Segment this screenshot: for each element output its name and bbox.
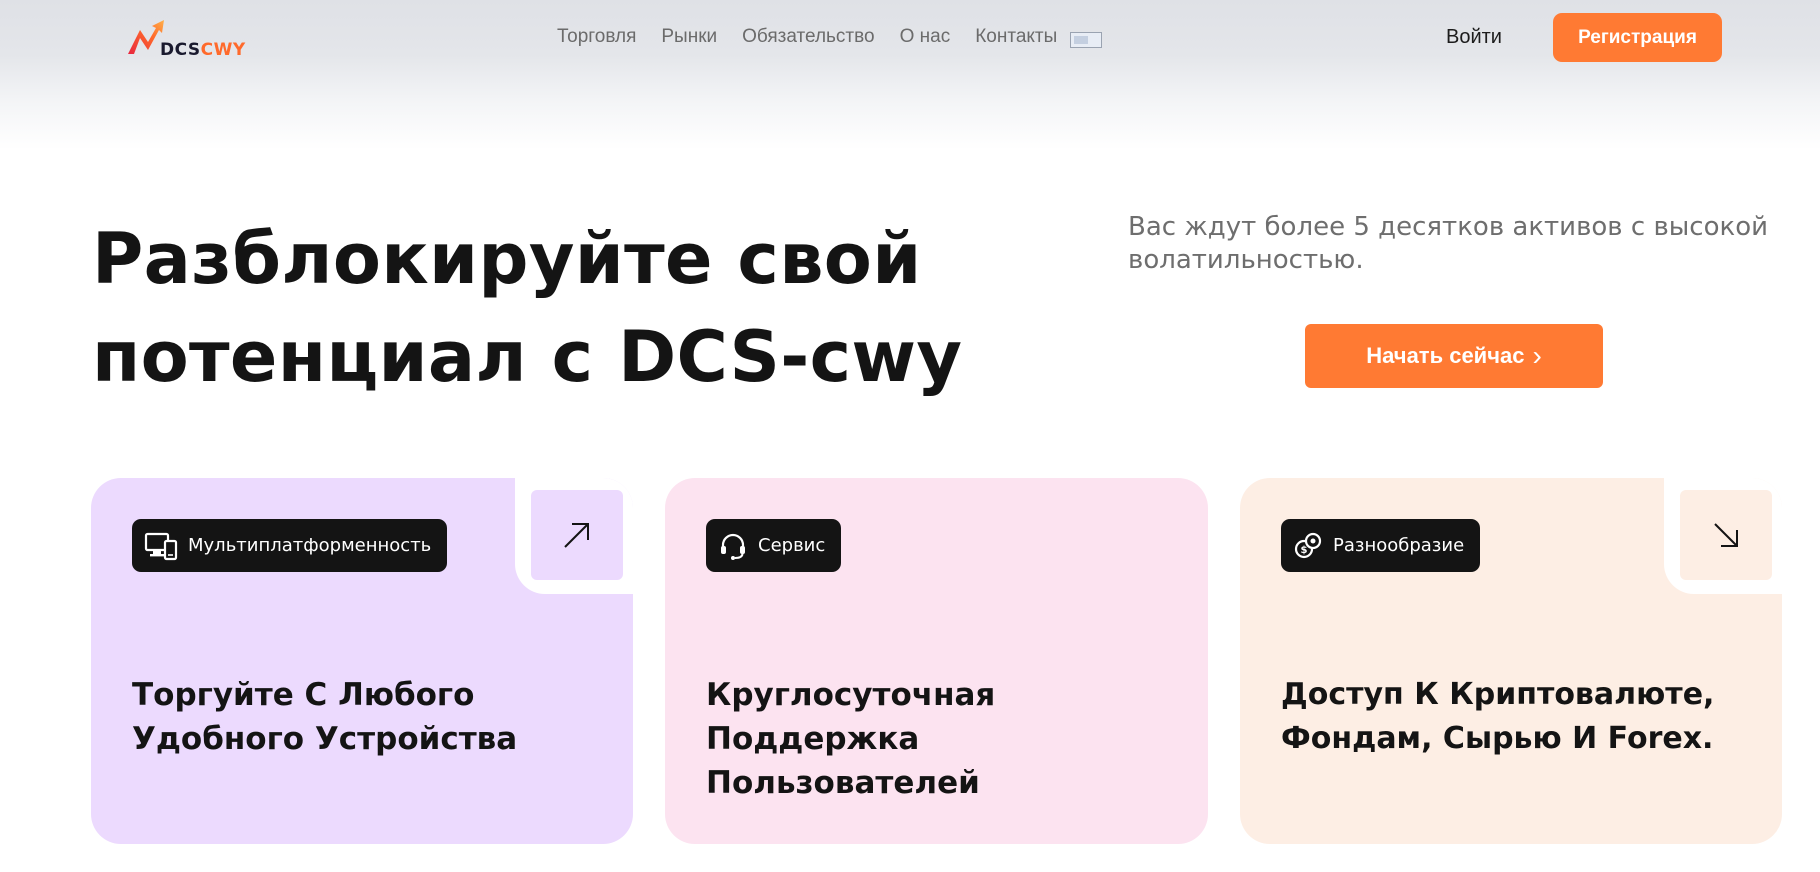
logo-text-cwy: CWY bbox=[200, 40, 246, 60]
hero-title: Разблокируйте свой потенциал с DCS-cwy bbox=[92, 210, 992, 406]
page: DCSCWY Торговля Рынки Обязательство О на… bbox=[0, 0, 1820, 872]
card-notch bbox=[1664, 478, 1782, 594]
arrow-up-right-icon bbox=[564, 523, 589, 548]
card-tag: Сервис bbox=[706, 519, 842, 572]
logo[interactable]: DCSCWY bbox=[126, 14, 276, 64]
feature-card-service[interactable]: Сервис Круглосуточная Поддержка Пользова… bbox=[665, 478, 1208, 844]
logo-text-dcs: DCS bbox=[160, 40, 201, 60]
site-header: DCSCWY Торговля Рынки Обязательство О на… bbox=[0, 0, 1820, 150]
devices-icon bbox=[144, 532, 178, 560]
nav-item-markets[interactable]: Рынки bbox=[661, 26, 717, 48]
coins-icon: $ bbox=[1294, 532, 1322, 558]
login-link[interactable]: Войти bbox=[1446, 26, 1502, 49]
hero-subtitle: Вас ждут более 5 десятков активов с высо… bbox=[1128, 212, 1769, 275]
card-arrow-button[interactable] bbox=[1680, 490, 1772, 580]
headset-icon bbox=[721, 533, 745, 560]
card-title: Торгуйте С Любого Удобного Устройства bbox=[132, 677, 518, 757]
nav-item-trading[interactable]: Торговля bbox=[557, 26, 636, 48]
card-tag: Мультиплатформенность bbox=[132, 519, 448, 572]
card-tag-label: Сервис bbox=[758, 535, 826, 556]
register-button[interactable]: Регистрация bbox=[1553, 13, 1722, 62]
start-now-button[interactable]: Начать сейчас › bbox=[1305, 324, 1603, 388]
card-tag: $ Разнообразие bbox=[1281, 519, 1481, 572]
nav-item-contacts[interactable]: Контакты bbox=[975, 26, 1057, 48]
card-title: Доступ К Криптовалюте, Фондам, Сырью И F… bbox=[1281, 677, 1715, 756]
nav-item-commitment[interactable]: Обязательство bbox=[742, 26, 874, 48]
start-now-label: Начать сейчас bbox=[1366, 343, 1525, 368]
feature-card-variety[interactable]: $ Разнообразие Доступ К Криптовалюте, Фо… bbox=[1240, 478, 1782, 844]
card-tag-label: Разнообразие bbox=[1333, 535, 1465, 556]
card-tag-label: Мультиплатформенность bbox=[188, 535, 432, 556]
main-nav: Торговля Рынки Обязательство О нас Конта… bbox=[557, 26, 1103, 48]
language-flag-icon[interactable] bbox=[1070, 32, 1103, 48]
svg-text:$: $ bbox=[1301, 545, 1308, 556]
card-notch bbox=[515, 478, 633, 594]
card-title: Круглосуточная Поддержка Пользователей bbox=[706, 677, 996, 801]
chevron-right-icon: › bbox=[1532, 340, 1542, 371]
feature-card-multiplatform[interactable]: Мультиплатформенность Торгуйте С Любого … bbox=[91, 478, 633, 844]
card-arrow-button[interactable] bbox=[531, 490, 623, 580]
arrow-down-right-icon bbox=[1714, 523, 1738, 547]
logo-text: DCSCWY bbox=[160, 40, 246, 60]
hero-title-line1: Разблокируйте свой bbox=[92, 218, 922, 300]
hero-title-line2: потенциал с DCS-cwy bbox=[92, 316, 963, 398]
nav-item-about[interactable]: О нас bbox=[900, 26, 951, 48]
